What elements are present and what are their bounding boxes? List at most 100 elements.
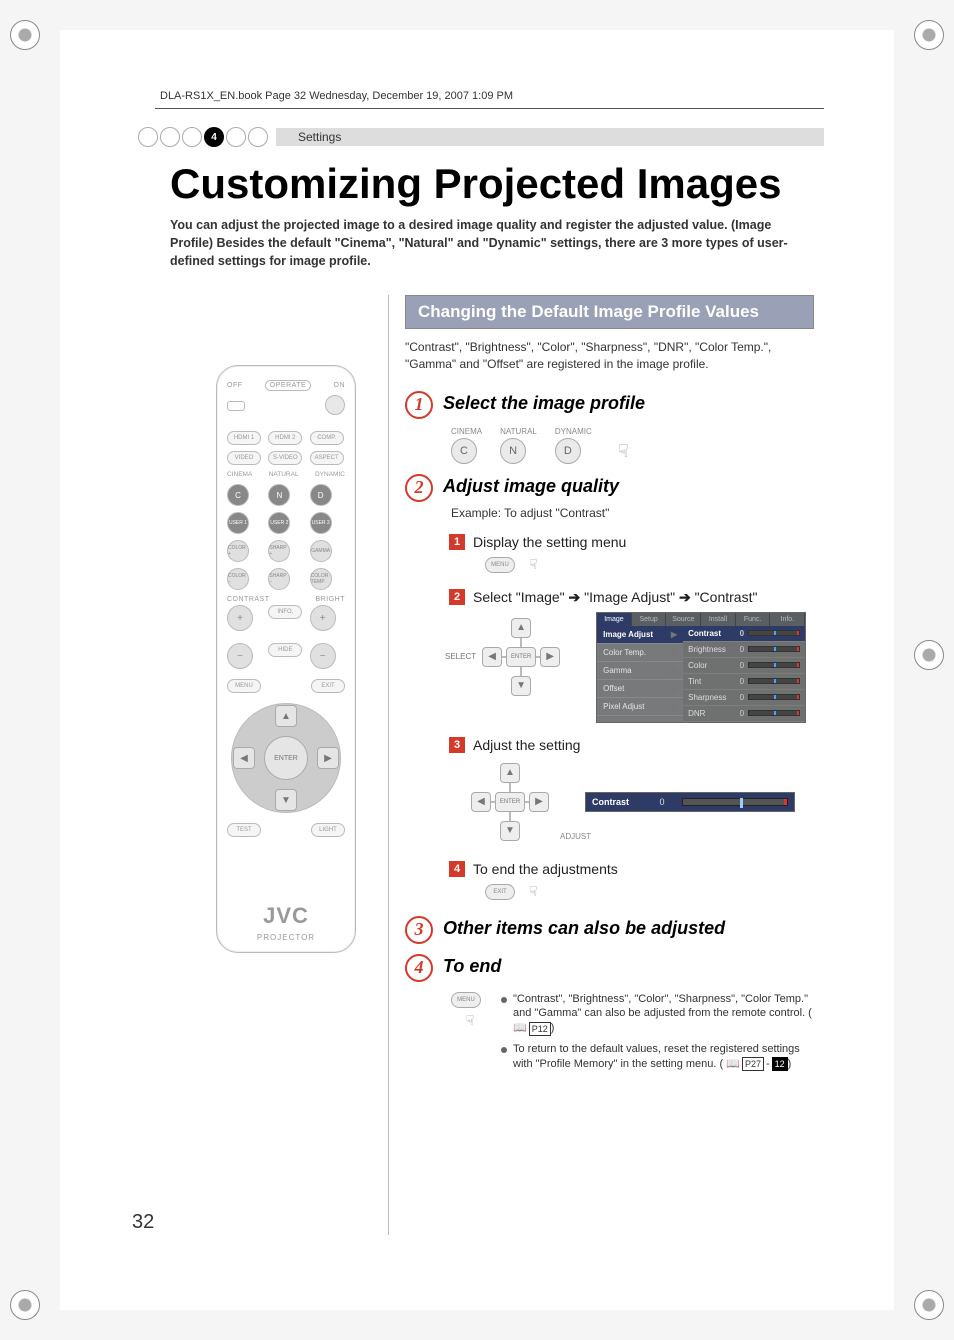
dpad-down-button[interactable]: ▼ — [511, 676, 531, 696]
osd-tab-image[interactable]: Image — [597, 613, 632, 626]
color-minus-button[interactable]: COLOR − — [227, 568, 249, 590]
user1-button[interactable]: USER 1 — [227, 512, 249, 534]
comp-button[interactable]: COMP. — [310, 431, 344, 445]
enter-button[interactable]: ENTER — [506, 647, 536, 667]
gamma-button[interactable]: GAMMA — [310, 540, 332, 562]
osd-tab-setup[interactable]: Setup — [632, 613, 667, 626]
osd-right-row[interactable]: Contrast0 — [683, 626, 805, 642]
dpad-up-button[interactable]: ▲ — [275, 705, 297, 727]
sharp-plus-button[interactable]: SHARP + — [268, 540, 290, 562]
divider — [388, 295, 389, 1235]
osd-left-item[interactable]: Color Temp.▶ — [597, 644, 683, 662]
colortemp-button[interactable]: COLOR TEMP — [310, 568, 332, 590]
on-label: ON — [334, 382, 346, 389]
cinema-button[interactable]: C — [227, 484, 249, 506]
power-button[interactable] — [325, 395, 345, 415]
hide-button[interactable]: HIDE — [268, 643, 302, 657]
hdmi1-button[interactable]: HDMI 1 — [227, 431, 261, 445]
crumb-step — [138, 127, 158, 147]
enter-button[interactable]: ENTER — [264, 736, 308, 780]
natural-button[interactable]: N — [500, 438, 526, 464]
section-note: "Contrast", "Brightness", "Color", "Shar… — [405, 339, 814, 373]
contrast-minus-button[interactable]: − — [227, 643, 253, 669]
info-button[interactable]: INFO. — [268, 605, 302, 619]
dpad-right-button[interactable]: ▶ — [529, 792, 549, 812]
osd-left-item[interactable]: Gamma▶ — [597, 662, 683, 680]
dpad-right-button[interactable]: ▶ — [317, 747, 339, 769]
contrast-label: CONTRAST — [227, 596, 270, 603]
substep-label: Adjust the setting — [473, 737, 580, 753]
svideo-button[interactable]: S-VIDEO — [268, 451, 302, 465]
dpad-down-button[interactable]: ▼ — [275, 789, 297, 811]
video-button[interactable]: VIDEO — [227, 451, 261, 465]
dpad: ▲ ▼ ◀ ▶ ENTER — [231, 703, 341, 813]
aspect-button[interactable]: ASPECT — [310, 451, 344, 465]
osd-right-row[interactable]: DNR0 — [683, 706, 805, 722]
natural-label: NATURAL — [269, 471, 299, 478]
osd-left-item[interactable]: Offset▶ — [597, 680, 683, 698]
menu-button[interactable]: MENU — [451, 992, 481, 1008]
hand-pointer-icon: ☟ — [466, 1012, 475, 1029]
cinema-button[interactable]: C — [451, 438, 477, 464]
dynamic-button[interactable]: D — [555, 438, 581, 464]
user2-button[interactable]: USER 2 — [268, 512, 290, 534]
menu-button[interactable]: MENU — [485, 557, 515, 573]
osd-tab-func[interactable]: Func. — [736, 613, 771, 626]
osd-right-row[interactable]: Sharpness0 — [683, 690, 805, 706]
select-label: SELECT — [445, 652, 476, 661]
color-plus-button[interactable]: COLOR + — [227, 540, 249, 562]
bright-plus-button[interactable]: + — [310, 605, 336, 631]
substep-4: 4 To end the adjustments — [449, 861, 814, 877]
sharp-minus-button[interactable]: SHARP − — [268, 568, 290, 590]
osd-tab-info[interactable]: Info. — [770, 613, 805, 626]
light-button[interactable]: LIGHT — [311, 823, 345, 837]
natural-label: NATURAL — [500, 427, 537, 436]
user3-button[interactable]: USER 3 — [310, 512, 332, 534]
menu-button[interactable]: MENU — [227, 679, 261, 693]
arrow-icon: ➔ — [569, 589, 581, 605]
dpad-left-button[interactable]: ◀ — [233, 747, 255, 769]
note-bullet: "Contrast", "Brightness", "Color", "Shar… — [501, 992, 814, 1037]
bright-minus-button[interactable]: − — [310, 643, 336, 669]
step-number-icon: 2 — [405, 474, 433, 502]
cinema-label: CINEMA — [227, 471, 252, 478]
hand-pointer-icon: ☟ — [529, 883, 538, 900]
dynamic-button[interactable]: D — [310, 484, 332, 506]
osd-tab-source[interactable]: Source — [666, 613, 701, 626]
book-icon: 📖 — [726, 1057, 740, 1072]
natural-button[interactable]: N — [268, 484, 290, 506]
content-column: Changing the Default Image Profile Value… — [405, 295, 814, 1078]
dpad-left-button[interactable]: ◀ — [471, 792, 491, 812]
osd-right-row[interactable]: Brightness0 — [683, 642, 805, 658]
substep-2: 2 Select "Image" ➔ "Image Adjust" ➔ "Con… — [449, 589, 814, 606]
book-icon: 📖 — [513, 1021, 527, 1036]
test-button[interactable]: TEST — [227, 823, 261, 837]
step-1: 1 Select the image profile — [405, 391, 814, 419]
dpad-up-button[interactable]: ▲ — [511, 618, 531, 638]
dpad-left-button[interactable]: ◀ — [482, 647, 502, 667]
exit-button[interactable]: EXIT — [311, 679, 345, 693]
enter-button[interactable]: ENTER — [495, 792, 525, 812]
example-text: Example: To adjust "Contrast" — [451, 506, 814, 520]
substep-label: Display the setting menu — [473, 534, 626, 550]
section-heading: Changing the Default Image Profile Value… — [405, 295, 814, 329]
contrast-plus-button[interactable]: + — [227, 605, 253, 631]
osd-right-row[interactable]: Color0 — [683, 658, 805, 674]
dpad-up-button[interactable]: ▲ — [500, 763, 520, 783]
osd-tab-install[interactable]: Install — [701, 613, 736, 626]
step-title: Adjust image quality — [443, 476, 619, 497]
osd-left-item[interactable]: Image Adjust▶ — [597, 626, 683, 644]
dpad-right-button[interactable]: ▶ — [540, 647, 560, 667]
exit-button[interactable]: EXIT — [485, 884, 515, 900]
osd-right-row[interactable]: Tint0 — [683, 674, 805, 690]
step-title: To end — [443, 956, 501, 977]
dpad-diagram: ▲ ▼ ◀ ▶ ENTER — [476, 612, 566, 702]
registration-mark — [10, 20, 40, 50]
model-label: PROJECTOR — [257, 933, 315, 942]
slider-track[interactable] — [682, 798, 788, 806]
brand-logo: JVC — [263, 903, 309, 929]
hdmi2-button[interactable]: HDMI 2 — [268, 431, 302, 445]
osd-left-item[interactable]: Pixel Adjust▶ — [597, 698, 683, 716]
substep-label: Select "Image" ➔ "Image Adjust" ➔ "Contr… — [473, 589, 757, 606]
dpad-down-button[interactable]: ▼ — [500, 821, 520, 841]
